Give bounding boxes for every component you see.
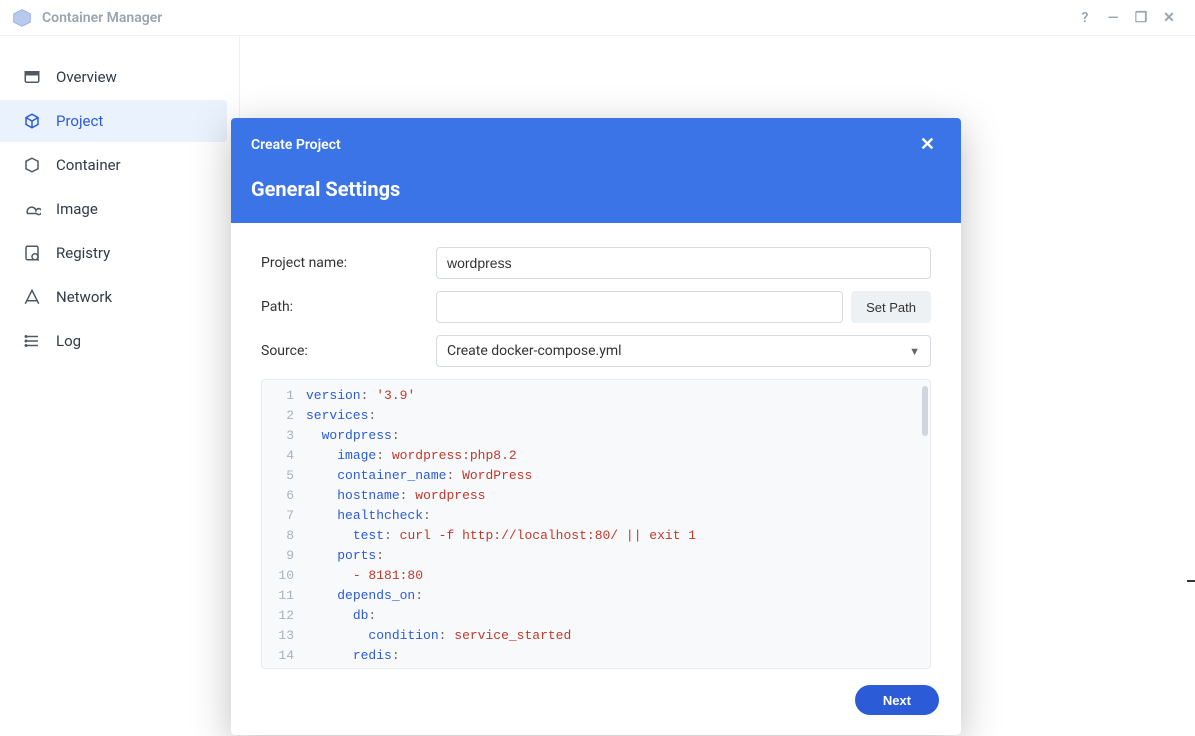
code-line: 1version: '3.9'	[262, 386, 930, 406]
sidebar-item-image[interactable]: Image	[0, 188, 227, 230]
sidebar-item-project[interactable]: Project	[0, 100, 227, 142]
code-line: 8 test: curl -f http://localhost:80/ || …	[262, 526, 930, 546]
sidebar-item-log[interactable]: Log	[0, 320, 227, 362]
project-icon	[22, 111, 42, 131]
app-icon	[12, 8, 32, 28]
code-line: 3 wordpress:	[262, 426, 930, 446]
next-button[interactable]: Next	[855, 685, 939, 715]
container-icon	[22, 155, 42, 175]
code-line: 13 condition: service_started	[262, 626, 930, 646]
registry-icon	[22, 243, 42, 263]
set-path-button[interactable]: Set Path	[851, 291, 931, 323]
yaml-editor[interactable]: 1version: '3.9'2services:3 wordpress:4 i…	[261, 379, 931, 669]
minimize-button[interactable]: —	[1099, 4, 1127, 32]
code-line: 12 db:	[262, 606, 930, 626]
code-line: 7 healthcheck:	[262, 506, 930, 526]
sidebar: Overview Project Container Image Registry Net…	[0, 36, 240, 736]
path-label: Path:	[261, 299, 436, 315]
overview-icon	[22, 67, 42, 87]
project-name-input[interactable]	[436, 247, 931, 279]
code-line: 11 depends_on:	[262, 586, 930, 606]
sidebar-item-label: Network	[56, 288, 112, 306]
path-input[interactable]	[436, 291, 843, 323]
scrollbar-thumb[interactable]	[922, 386, 928, 436]
modal-section-title: General Settings	[251, 177, 941, 201]
sidebar-item-label: Project	[56, 112, 103, 130]
sidebar-item-label: Overview	[56, 68, 117, 86]
image-icon	[22, 199, 42, 219]
code-line: 5 container_name: WordPress	[262, 466, 930, 486]
titlebar: Container Manager ? — ❐ ✕	[0, 0, 1195, 36]
sidebar-item-container[interactable]: Container	[0, 144, 227, 186]
code-line: 9 ports:	[262, 546, 930, 566]
code-line: 14 redis:	[262, 646, 930, 666]
app-title: Container Manager	[42, 10, 162, 26]
log-icon	[22, 331, 42, 351]
source-selected-value: Create docker-compose.yml	[447, 343, 622, 359]
sidebar-item-label: Log	[56, 332, 81, 350]
sidebar-item-label: Registry	[56, 244, 110, 262]
source-label: Source:	[261, 343, 436, 359]
network-icon	[22, 287, 42, 307]
close-window-button[interactable]: ✕	[1155, 4, 1183, 32]
sidebar-item-registry[interactable]: Registry	[0, 232, 227, 274]
help-button[interactable]: ?	[1071, 4, 1099, 32]
chevron-down-icon: ▼	[909, 345, 920, 358]
create-project-modal: Create Project ✕ General Settings Projec…	[231, 118, 961, 735]
sidebar-item-overview[interactable]: Overview	[0, 56, 227, 98]
modal-title: Create Project	[251, 137, 341, 153]
code-line: 6 hostname: wordpress	[262, 486, 930, 506]
code-line: 2services:	[262, 406, 930, 426]
sidebar-item-network[interactable]: Network	[0, 276, 227, 318]
sidebar-item-label: Image	[56, 200, 98, 218]
close-icon[interactable]: ✕	[914, 132, 941, 157]
source-select[interactable]: Create docker-compose.yml ▼	[436, 335, 931, 367]
code-line: 4 image: wordpress:php8.2	[262, 446, 930, 466]
sidebar-item-label: Container	[56, 156, 121, 174]
maximize-button[interactable]: ❐	[1127, 4, 1155, 32]
project-name-label: Project name:	[261, 255, 436, 271]
code-line: 10 - 8181:80	[262, 566, 930, 586]
